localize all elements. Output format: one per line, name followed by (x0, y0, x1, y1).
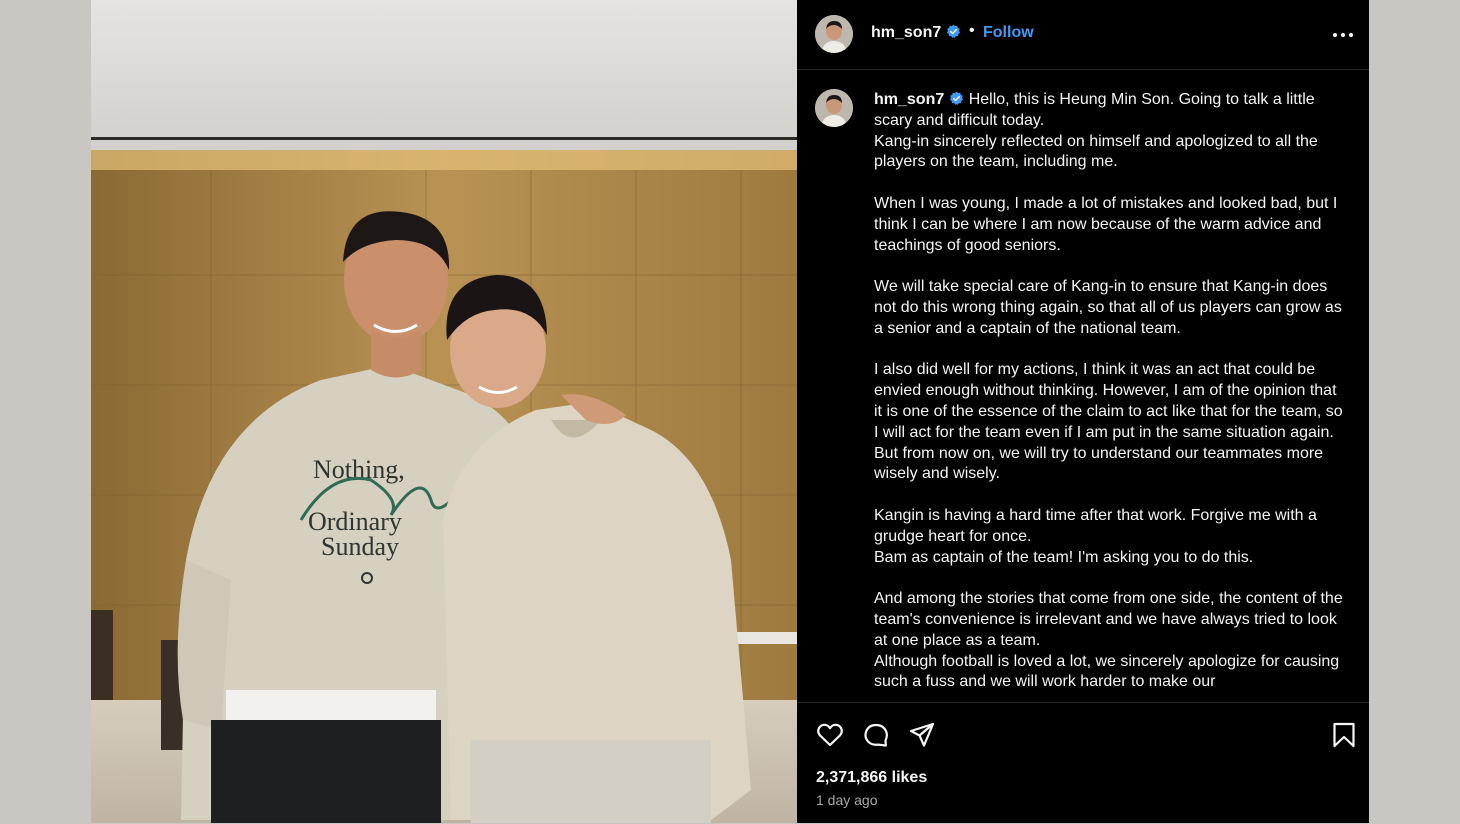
username-text: hm_son7 (871, 24, 942, 41)
avatar[interactable] (815, 15, 853, 53)
caption-paragraph-6: And among the stories that come from one… (874, 590, 1343, 691)
svg-text:Sunday: Sunday (321, 532, 399, 561)
share-button[interactable] (908, 721, 936, 749)
comment-button[interactable] (862, 721, 890, 749)
verified-badge-icon (947, 24, 961, 38)
post-side-panel: hm_son7 • Follow hm_son7 Hello, this is … (797, 0, 1369, 823)
post-timestamp[interactable]: 1 day ago (816, 792, 878, 808)
more-options-button[interactable] (1331, 24, 1355, 46)
caption-paragraph-5: Kangin is having a hard time after that … (874, 506, 1317, 566)
caption-avatar[interactable] (815, 89, 853, 127)
more-horizontal-icon (1333, 33, 1353, 37)
caption-scroll-area[interactable]: hm_son7 Hello, this is Heung Min Son. Go… (797, 70, 1369, 702)
save-button[interactable] (1330, 721, 1358, 749)
verified-badge-icon (950, 91, 964, 105)
post-caption: hm_son7 Hello, this is Heung Min Son. Go… (874, 90, 1344, 702)
caption-paragraph-1: hm_son7 Hello, this is Heung Min Son. Go… (874, 90, 1344, 173)
username-link[interactable]: hm_son7 (871, 24, 961, 42)
bookmark-icon (1333, 722, 1355, 748)
post-header: hm_son7 • Follow (797, 0, 1369, 70)
post-actions: 2,371,866 likes 1 day ago (797, 702, 1369, 824)
caption-paragraph-3: We will take special care of Kang-in to … (874, 278, 1342, 337)
follow-button[interactable]: Follow (983, 24, 1034, 42)
heart-icon (817, 723, 843, 747)
header-separator: • (969, 22, 975, 39)
avatar-image (815, 89, 853, 127)
caption-username[interactable]: hm_son7 (874, 91, 944, 108)
like-button[interactable] (816, 721, 844, 749)
post-photo-illustration: Nothing, Ordinary Sunday (91, 0, 797, 823)
share-icon (909, 722, 935, 747)
caption-paragraph-4: I also did well for my actions, I think … (874, 361, 1343, 483)
avatar-image (815, 15, 853, 53)
comment-icon (864, 723, 888, 747)
caption-paragraph-2: When I was young, I made a lot of mistak… (874, 194, 1338, 254)
likes-count[interactable]: 2,371,866 likes (816, 769, 927, 787)
post-photo[interactable]: Nothing, Ordinary Sunday (91, 0, 797, 823)
